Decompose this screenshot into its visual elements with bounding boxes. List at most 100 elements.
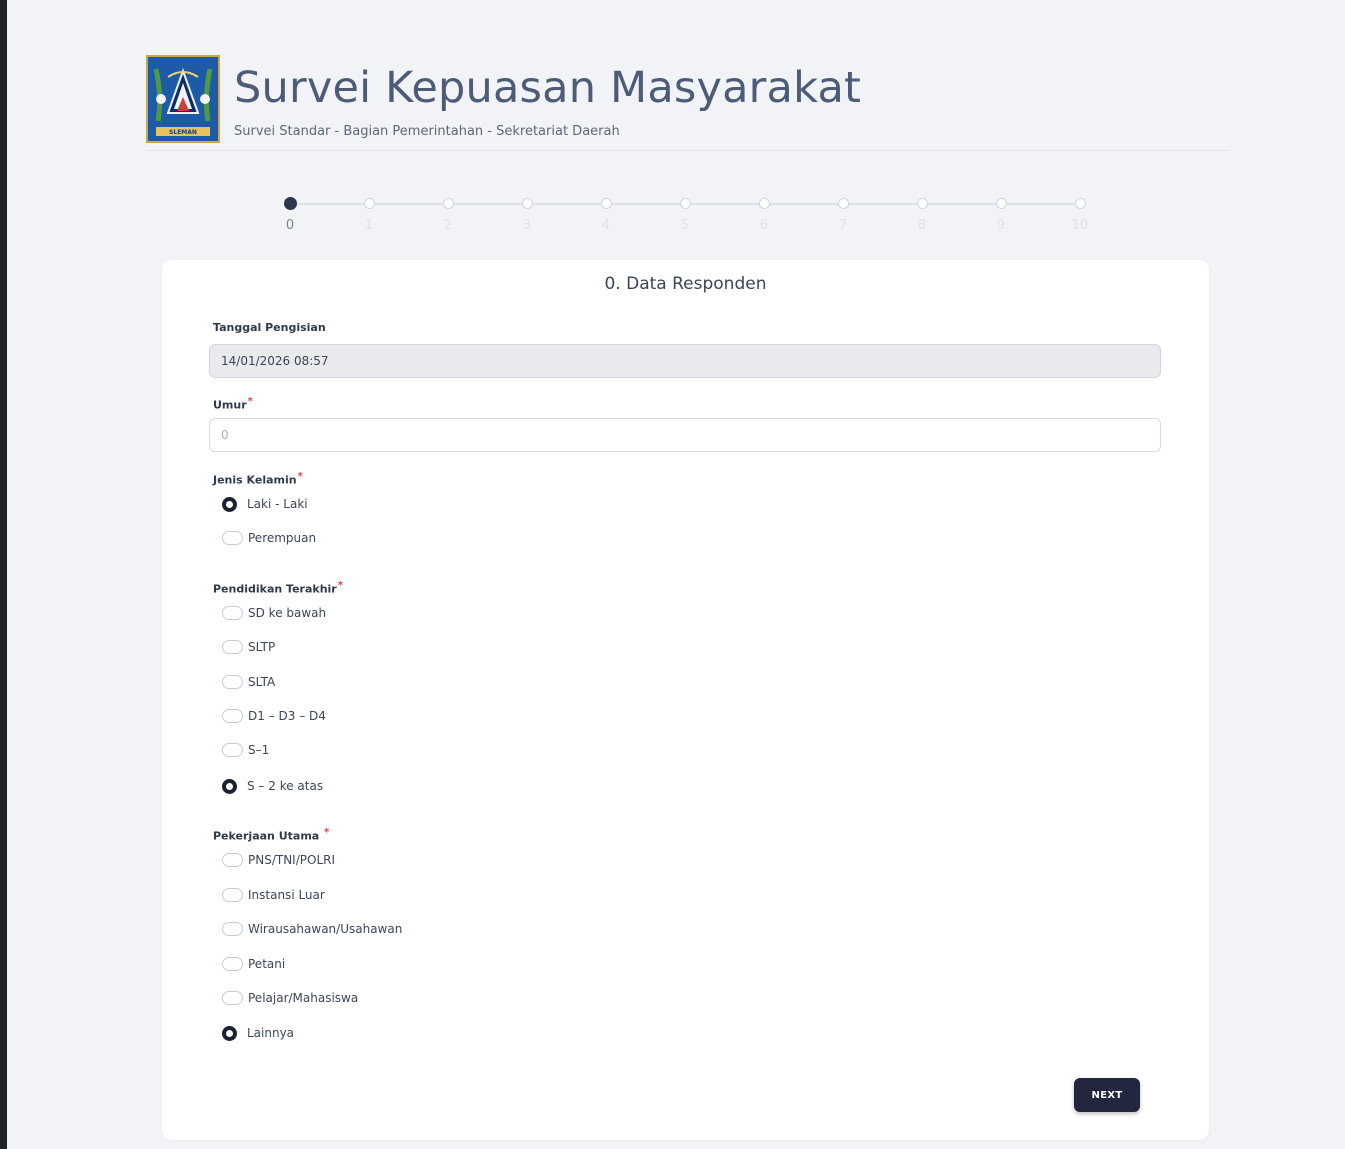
pendidikan-label: Pendidikan Terakhir* [213, 580, 343, 596]
step-dot [442, 198, 454, 209]
radio-option-sd[interactable]: SD ke bawah [222, 604, 326, 622]
radio-button[interactable] [222, 853, 243, 867]
required-mark: * [324, 827, 330, 838]
progress-stepper: 0 1 2 3 4 5 6 7 8 9 10 [283, 197, 1088, 237]
step-dot [758, 198, 770, 209]
section-title: 0. Data Responden [604, 274, 767, 294]
radio-button[interactable] [222, 991, 243, 1005]
radio-option-slta[interactable]: SLTA [222, 673, 275, 691]
radio-option-d1-d3-d4[interactable]: D1 – D3 – D4 [222, 707, 326, 725]
step-10[interactable]: 10 [1072, 197, 1088, 233]
radio-label: SLTP [248, 640, 276, 654]
step-label: 7 [838, 218, 848, 233]
radio-option-instansi-luar[interactable]: Instansi Luar [222, 886, 325, 904]
step-4[interactable]: 4 [599, 197, 613, 233]
step-2[interactable]: 2 [441, 197, 455, 233]
radio-button[interactable] [222, 1025, 237, 1041]
svg-text:SLEMAN: SLEMAN [169, 129, 197, 136]
radio-label: D1 – D3 – D4 [248, 709, 326, 723]
step-9[interactable]: 9 [994, 197, 1008, 233]
radio-label: S – 2 ke atas [247, 779, 324, 793]
step-7[interactable]: 7 [836, 197, 850, 233]
umur-label: Umur* [213, 396, 253, 412]
step-dot [995, 198, 1007, 209]
step-label: 6 [759, 218, 769, 233]
radio-option-wirausahawan[interactable]: Wirausahawan/Usahawan [222, 920, 402, 938]
step-dot [1074, 198, 1086, 209]
step-label: 9 [996, 218, 1006, 233]
radio-option-sltp[interactable]: SLTP [222, 638, 275, 656]
radio-button[interactable] [222, 709, 243, 723]
next-button[interactable]: NEXT [1074, 1078, 1140, 1112]
step-0[interactable]: 0 [283, 197, 297, 233]
radio-label: SD ke bawah [248, 606, 327, 620]
pendidikan-label-text: Pendidikan Terakhir [213, 582, 337, 596]
tanggal-label: Tanggal Pengisian [213, 321, 326, 334]
step-3[interactable]: 3 [520, 197, 534, 233]
step-label: 10 [1071, 218, 1089, 233]
radio-button[interactable] [222, 888, 243, 902]
radio-option-lainnya[interactable]: Lainnya [222, 1024, 294, 1042]
step-label: 3 [522, 218, 532, 233]
radio-label: Wirausahawan/Usahawan [248, 922, 403, 936]
radio-option-perempuan[interactable]: Perempuan [222, 529, 316, 547]
radio-button[interactable] [222, 675, 243, 689]
radio-button[interactable] [222, 922, 243, 936]
window-edge [0, 0, 7, 1149]
step-dot [283, 197, 297, 210]
step-label: 5 [680, 218, 690, 233]
step-1[interactable]: 1 [362, 197, 376, 233]
radio-label: Instansi Luar [248, 888, 325, 902]
radio-button[interactable] [222, 606, 243, 620]
step-dot [916, 198, 928, 209]
radio-option-petani[interactable]: Petani [222, 955, 285, 973]
jenis-kelamin-label: Jenis Kelamin* [213, 471, 303, 487]
required-mark: * [337, 580, 343, 591]
radio-option-pelajar[interactable]: Pelajar/Mahasiswa [222, 989, 358, 1007]
page-title: Survei Kepuasan Masyarakat [234, 63, 862, 113]
radio-option-laki-laki[interactable]: Laki - Laki [222, 495, 308, 513]
radio-button[interactable] [222, 778, 237, 794]
umur-label-text: Umur [213, 398, 247, 412]
radio-label: Perempuan [248, 531, 317, 545]
step-8[interactable]: 8 [915, 197, 929, 233]
jenis-kelamin-label-text: Jenis Kelamin [213, 473, 297, 487]
page-header: SLEMAN Survei Kepuasan Masyarakat Survei… [146, 55, 1228, 151]
required-mark: * [297, 471, 303, 482]
step-label: 0 [285, 218, 295, 233]
step-6[interactable]: 6 [757, 197, 771, 233]
step-label: 4 [601, 218, 611, 233]
page-subtitle: Survei Standar - Bagian Pemerintahan - S… [234, 124, 620, 139]
step-dot [521, 198, 533, 209]
step-label: 1 [364, 218, 374, 233]
step-dot [837, 198, 849, 209]
step-dot [600, 198, 612, 209]
radio-label: SLTA [248, 675, 276, 689]
step-5[interactable]: 5 [678, 197, 692, 233]
pekerjaan-label: Pekerjaan Utama * [213, 827, 329, 843]
radio-label: PNS/TNI/POLRI [248, 853, 336, 867]
tanggal-label-text: Tanggal Pengisian [213, 321, 326, 334]
radio-button[interactable] [222, 957, 243, 971]
step-dot [679, 198, 691, 209]
required-mark: * [247, 396, 253, 407]
pekerjaan-label-text: Pekerjaan Utama [213, 829, 320, 843]
radio-button[interactable] [222, 531, 243, 545]
radio-label: Lainnya [247, 1026, 295, 1040]
umur-input[interactable] [209, 418, 1161, 452]
radio-option-s2[interactable]: S – 2 ke atas [222, 777, 323, 795]
radio-option-s1[interactable]: S–1 [222, 741, 269, 759]
radio-button[interactable] [222, 640, 243, 654]
radio-option-pns[interactable]: PNS/TNI/POLRI [222, 851, 335, 869]
survey-form-card: 0. Data Responden Tanggal Pengisian Umur… [162, 260, 1209, 1140]
step-label: 8 [917, 218, 927, 233]
radio-button[interactable] [222, 496, 237, 512]
radio-label: S–1 [248, 743, 270, 757]
radio-label: Pelajar/Mahasiswa [248, 991, 359, 1005]
radio-button[interactable] [222, 743, 243, 757]
radio-label: Laki - Laki [247, 497, 308, 511]
step-dot [363, 198, 375, 209]
radio-label: Petani [248, 957, 286, 971]
sleman-logo: SLEMAN [146, 55, 220, 143]
step-label: 2 [443, 218, 453, 233]
